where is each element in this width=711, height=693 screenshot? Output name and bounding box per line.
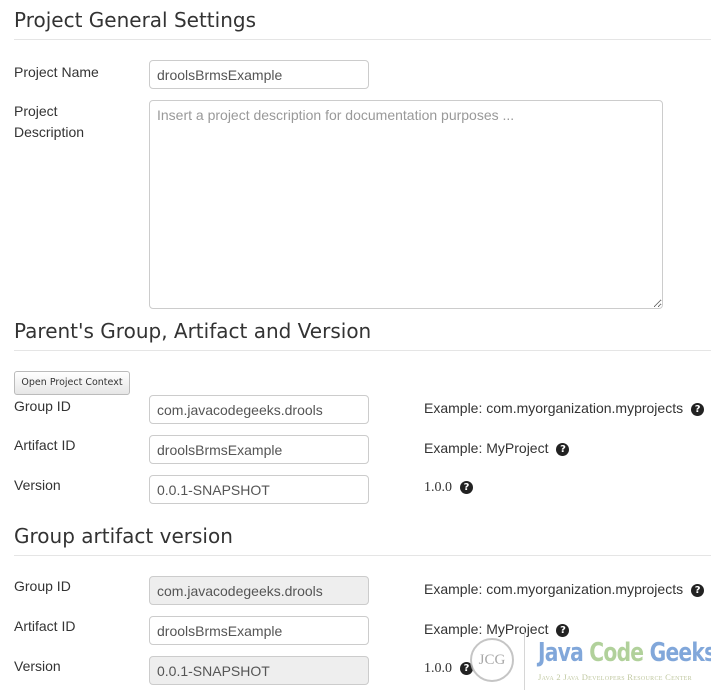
watermark-title-geeks: Geeks (649, 638, 711, 668)
version-label: Version (14, 658, 61, 674)
watermark-title: Java Code Geeks (538, 638, 711, 668)
parent-artifact-id-help: Example: MyProject? (424, 438, 570, 458)
watermark-title-code: Code (589, 638, 644, 668)
project-description-label-line1: Project (14, 103, 58, 119)
question-circle-icon[interactable]: ? (460, 481, 473, 494)
section-divider (14, 350, 711, 351)
parent-artifact-id-help-text: Example: MyProject (424, 440, 549, 456)
parent-group-id-help-text: Example: com.myorganization.myprojects (424, 400, 684, 416)
parent-artifact-id-label: Artifact ID (14, 437, 76, 453)
watermark-separator (524, 632, 525, 690)
section-divider (14, 555, 711, 556)
project-description-textarea[interactable] (149, 100, 663, 309)
jcg-watermark: JCG Java Code Geeks Java 2 Java Develope… (468, 632, 711, 693)
group-id-input (149, 576, 369, 605)
parent-group-id-label: Group ID (14, 398, 71, 414)
section-title-parent-gav: Parent's Group, Artifact and Version (14, 319, 372, 343)
artifact-id-label: Artifact ID (14, 618, 76, 634)
watermark-title-java: Java (538, 638, 584, 668)
question-circle-icon[interactable]: ? (691, 584, 705, 597)
version-input (149, 656, 369, 685)
project-description-label: Project Description (14, 101, 84, 143)
version-help-text: 1.0.0 (424, 661, 452, 676)
open-project-context-button[interactable]: Open Project Context (14, 371, 130, 395)
section-divider (14, 39, 711, 40)
project-name-label: Project Name (14, 64, 99, 80)
section-title-general: Project General Settings (14, 8, 256, 32)
parent-version-help-text: 1.0.0 (424, 480, 452, 495)
group-id-help: Example: com.myorganization.myprojects? (424, 579, 705, 599)
version-help: 1.0.0? (424, 659, 473, 679)
parent-version-help: 1.0.0? (424, 478, 473, 498)
section-title-gav: Group artifact version (14, 524, 233, 548)
artifact-id-input[interactable] (149, 616, 369, 645)
parent-version-label: Version (14, 477, 61, 493)
group-id-label: Group ID (14, 578, 71, 594)
watermark-tagline: Java 2 Java Developers Resource Center (538, 672, 692, 682)
jcg-logo-icon: JCG (470, 638, 514, 682)
parent-group-id-input[interactable] (149, 395, 369, 424)
parent-version-input[interactable] (149, 475, 369, 504)
group-id-help-text: Example: com.myorganization.myprojects (424, 581, 684, 597)
parent-group-id-help: Example: com.myorganization.myprojects? (424, 398, 705, 418)
project-name-input[interactable] (149, 60, 369, 89)
question-circle-icon[interactable]: ? (691, 403, 705, 416)
project-description-label-line2: Description (14, 124, 85, 140)
question-circle-icon[interactable]: ? (556, 443, 570, 456)
parent-artifact-id-input[interactable] (149, 435, 369, 464)
